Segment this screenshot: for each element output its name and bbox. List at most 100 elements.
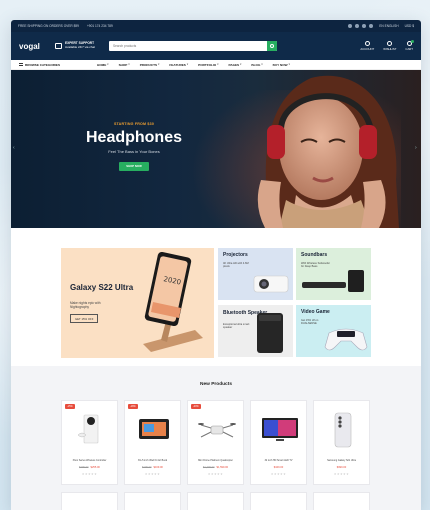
slider-prev-arrow[interactable]: ‹ (13, 145, 17, 151)
product-name[interactable]: 32 inch HD Smart LED TV (253, 459, 304, 462)
site-logo[interactable]: vogal (19, 42, 49, 51)
product-card[interactable]: -20% Mini Drone Platinum Quadcopter $1,7… (187, 400, 244, 485)
product-name[interactable]: XG-5 inch iPad Kit Art Book (127, 459, 178, 462)
main-header: vogal EXPERT SUPPORT Available 24/7 via … (11, 32, 421, 60)
product-image (133, 411, 174, 449)
current-price: $255.00 (90, 466, 100, 469)
soundbars-tile[interactable]: Soundbars With Wireless Subwoofer for De… (296, 248, 371, 300)
cart-icon (406, 40, 414, 46)
instagram-icon[interactable] (362, 24, 367, 28)
nav-item-home[interactable]: HOME (97, 63, 109, 67)
main-nav: BROWSE CATEGORIES HOME SHOP PRODUCTS FEA… (11, 60, 421, 70)
nav-item-portfolio[interactable]: PORTFOLIO (198, 63, 218, 67)
soundbar-image (302, 270, 364, 292)
user-icon (364, 41, 370, 46)
language-selector[interactable]: EN ENGLISH (379, 24, 398, 28)
nav-item-pages[interactable]: PAGES (229, 63, 242, 67)
product-name[interactable]: Mini Drone Platinum Quadcopter (190, 459, 241, 462)
product-card[interactable]: 32 inch HD Smart LED TV $349.00 ★★★★★ (250, 400, 307, 485)
nav-item-products[interactable]: PRODUCTS (140, 63, 160, 67)
game-controller-image (324, 328, 368, 351)
product-image (196, 411, 237, 449)
currency-selector[interactable]: USD $ (405, 24, 414, 28)
nav-item-blog[interactable]: BLOG (251, 63, 262, 67)
support-block: EXPERT SUPPORT Available 24/7 via chat (55, 41, 103, 50)
hero-title: Headphones (85, 129, 182, 146)
support-subtitle: Available 24/7 via chat (65, 45, 95, 49)
product-card[interactable] (124, 492, 181, 510)
nav-item-shop[interactable]: SHOP (119, 63, 130, 67)
rating-stars: ★★★★★ (207, 472, 224, 476)
product-card[interactable]: Samsung Galaxy S21 Ultra $999.00 ★★★★★ (313, 400, 370, 485)
product-card[interactable]: -15% Xbox Series Wireless Controller $29… (61, 400, 118, 485)
galaxy-banner[interactable]: 2020 Galaxy S22 Ultra Make nights epic w… (61, 248, 214, 358)
product-image (259, 411, 300, 449)
cart-count-badge (410, 40, 414, 43)
product-name[interactable]: Xbox Series Wireless Controller (64, 459, 115, 462)
rating-stars: ★★★★★ (270, 472, 287, 476)
phone-image: 2020 (143, 252, 203, 352)
browse-categories-label: BROWSE CATEGORIES (25, 62, 61, 67)
tile-text: 4K Ultra HD with 4.6M pixels (223, 262, 249, 269)
sale-badge: -15% (65, 404, 75, 409)
account-button[interactable]: ACCOUNT (360, 41, 374, 51)
product-name[interactable]: Samsung Galaxy S21 Ultra (316, 459, 367, 462)
menu-icon (19, 63, 23, 66)
current-price: $1,599.00 (216, 466, 229, 469)
old-price: $199.00 (142, 466, 152, 469)
product-card[interactable] (187, 492, 244, 510)
wishlist-button[interactable]: WISHLIST (383, 41, 396, 51)
promo-text: FREE SHIPPING ON ORDERS OVER $99 (18, 24, 79, 28)
current-price: $999.00 (336, 466, 347, 469)
youtube-icon[interactable] (369, 24, 374, 28)
hero-slider: STARTING FROM $30 Headphones Feel The Ba… (11, 70, 421, 228)
promo-banners: 2020 Galaxy S22 Ultra Make nights epic w… (11, 228, 421, 376)
search-icon (270, 44, 274, 48)
current-price: $349.00 (273, 466, 284, 469)
current-price: $169.00 (153, 466, 163, 469)
rating-stars: ★★★★★ (81, 472, 98, 476)
sale-badge: -18% (128, 404, 138, 409)
product-price: $349.00 (251, 466, 306, 469)
search-button[interactable] (267, 41, 277, 51)
cart-label: CART (405, 47, 413, 51)
product-card[interactable]: -18% XG-5 inch iPad Kit Art Book $199.00… (124, 400, 181, 485)
rating-stars: ★★★★★ (144, 472, 161, 476)
cart-button[interactable]: CART (405, 40, 414, 51)
galaxy-title: Galaxy S22 Ultra (70, 283, 134, 292)
sale-badge: -20% (191, 404, 201, 409)
heart-icon (387, 41, 393, 46)
product-card[interactable] (313, 492, 370, 510)
hero-subtitle: Feel The Bass in Your Bones (108, 149, 160, 154)
facebook-icon[interactable] (348, 24, 353, 28)
product-price: $299.00 $255.00 (62, 466, 117, 469)
search-input[interactable] (113, 44, 263, 48)
shop-now-button[interactable]: SHOP NOW (119, 161, 149, 171)
galaxy-offer-button[interactable]: GET 15% OFF (70, 314, 99, 323)
video-game-tile[interactable]: Video Game Get 15% off on DUALSENSE (296, 305, 371, 357)
tile-title: Projectors (223, 252, 248, 258)
product-price: $199.00 $169.00 (125, 466, 180, 469)
search-bar (109, 41, 277, 51)
nav-item-features[interactable]: FEATURES (169, 63, 188, 67)
projector-image (253, 275, 289, 293)
tile-title: Video Game (301, 309, 330, 315)
bluetooth-speaker-tile[interactable]: Bluetooth Speaker Exceptional ultra smar… (218, 305, 293, 357)
rating-stars: ★★★★★ (333, 472, 350, 476)
product-card[interactable] (250, 492, 307, 510)
new-products-section: New Products -15% Xbox Series Wireless C… (11, 366, 421, 510)
slider-next-arrow[interactable]: › (415, 145, 419, 151)
phone-text[interactable]: +901 174 234 789 (87, 24, 113, 28)
product-image (322, 411, 363, 449)
nav-item-buy-now[interactable]: BUY NOW (273, 63, 290, 67)
projectors-tile[interactable]: Projectors 4K Ultra HD with 4.6M pixels (218, 248, 293, 300)
browse-categories-button[interactable]: BROWSE CATEGORIES (19, 63, 91, 67)
product-card[interactable] (61, 492, 118, 510)
social-icons (348, 24, 374, 28)
hero-kicker: STARTING FROM $30 (113, 122, 155, 126)
product-price: $1,799.00 $1,599.00 (188, 466, 243, 469)
old-price: $299.00 (79, 466, 89, 469)
old-price: $1,799.00 (202, 466, 215, 469)
galaxy-text: Make nights epic with Nightography (70, 301, 101, 309)
twitter-icon[interactable] (355, 24, 360, 28)
